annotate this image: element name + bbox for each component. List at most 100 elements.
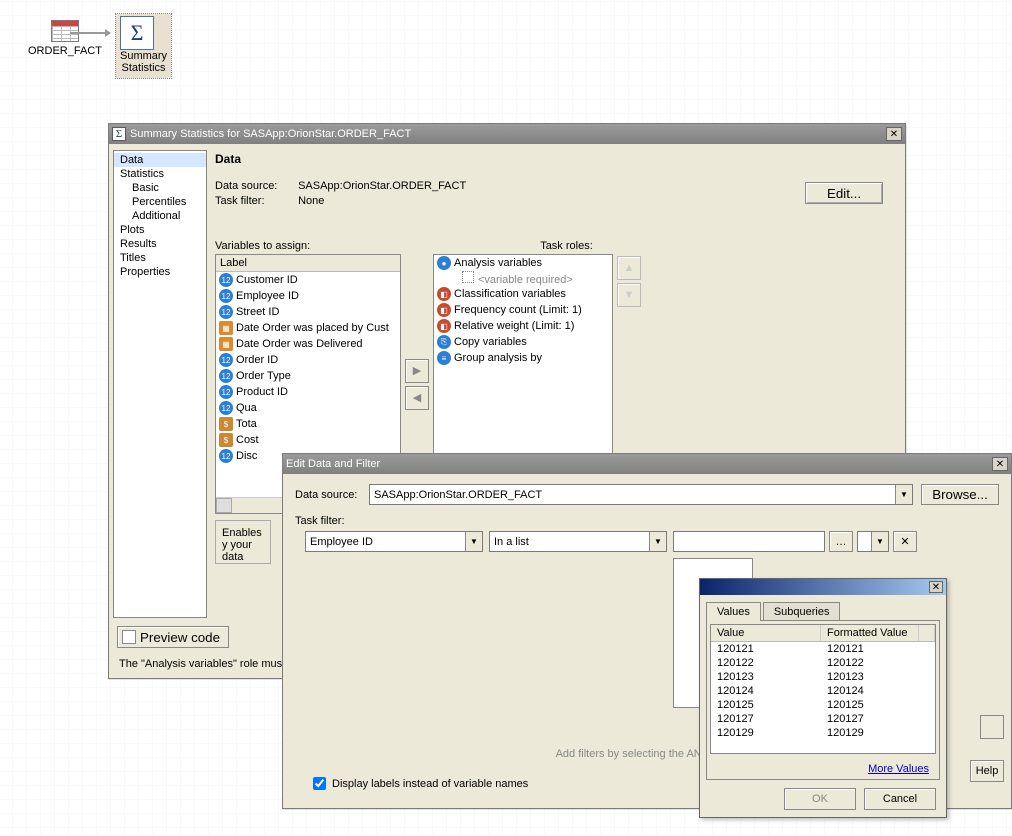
nav-item-results[interactable]: Results bbox=[114, 237, 206, 251]
list-item: 12Employee ID bbox=[216, 288, 400, 304]
doc-icon bbox=[122, 630, 136, 644]
numeric-icon: 12 bbox=[219, 289, 233, 303]
cancel-button[interactable]: Cancel bbox=[864, 788, 936, 810]
flow-arrow-icon bbox=[70, 32, 110, 34]
role-icon: ≡ bbox=[437, 351, 451, 365]
role-classification[interactable]: ◧Classification variables bbox=[434, 286, 612, 302]
nav-item-plots[interactable]: Plots bbox=[114, 223, 206, 237]
window-title: Edit Data and Filter bbox=[286, 458, 380, 470]
browse-button[interactable]: Browse... bbox=[921, 484, 999, 505]
table-row[interactable]: 120127120127 bbox=[711, 712, 935, 726]
numeric-icon: 12 bbox=[219, 369, 233, 383]
scrollbar-head bbox=[919, 625, 935, 641]
role-weight[interactable]: ◧Relative weight (Limit: 1) bbox=[434, 318, 612, 334]
numeric-icon: 12 bbox=[219, 273, 233, 287]
variables-label: Variables to assign: bbox=[215, 240, 310, 252]
filter-operator-combo[interactable]: In a list ▼ bbox=[489, 531, 667, 552]
data-source-value: SASApp:OrionStar.ORDER_FACT bbox=[298, 180, 466, 192]
close-button[interactable]: ✕ bbox=[992, 457, 1008, 471]
page-title: Data bbox=[215, 152, 895, 166]
data-source-label: Data source: bbox=[295, 489, 361, 501]
nav-item-data[interactable]: Data bbox=[114, 153, 206, 167]
flow-node-label-line2: Statistics bbox=[122, 62, 166, 74]
scroll-left-icon[interactable] bbox=[216, 498, 232, 513]
chevron-down-icon[interactable]: ▼ bbox=[465, 532, 482, 551]
nav-item-basic[interactable]: Basic bbox=[114, 181, 206, 195]
sigma-icon: Σ bbox=[112, 127, 126, 141]
col-formatted-header[interactable]: Formatted Value bbox=[821, 625, 919, 641]
titlebar[interactable]: Edit Data and Filter ✕ bbox=[283, 454, 1011, 474]
variables-header[interactable]: Label bbox=[216, 255, 400, 272]
col-value-header[interactable]: Value bbox=[711, 625, 821, 641]
assign-left-button[interactable]: ◀ bbox=[405, 386, 429, 410]
role-group[interactable]: ≡Group analysis by bbox=[434, 350, 612, 366]
table-row[interactable]: 120121120121 bbox=[711, 642, 935, 656]
display-labels-checkbox[interactable] bbox=[313, 777, 326, 790]
status-message: The "Analysis variables" role must bbox=[119, 658, 285, 670]
table-row[interactable]: 120124120124 bbox=[711, 684, 935, 698]
nav-tree: Data Statistics Basic Percentiles Additi… bbox=[113, 150, 207, 618]
close-button[interactable]: ✕ bbox=[929, 581, 943, 593]
tab-subqueries[interactable]: Subqueries bbox=[763, 602, 841, 621]
nav-item-titles[interactable]: Titles bbox=[114, 251, 206, 265]
filter-value-input[interactable] bbox=[673, 531, 825, 552]
role-icon: ● bbox=[437, 256, 451, 270]
remove-filter-button[interactable]: ✕ bbox=[893, 531, 917, 552]
close-button[interactable]: ✕ bbox=[886, 127, 902, 141]
list-item: 12Qua bbox=[216, 400, 400, 416]
role-frequency[interactable]: ◧Frequency count (Limit: 1) bbox=[434, 302, 612, 318]
hint-text: Enables y your data bbox=[215, 520, 271, 564]
titlebar[interactable]: Σ Summary Statistics for SASApp:OrionSta… bbox=[109, 124, 905, 144]
titlebar[interactable]: ✕ bbox=[700, 579, 946, 595]
nav-item-additional[interactable]: Additional bbox=[114, 209, 206, 223]
numeric-icon: 12 bbox=[219, 385, 233, 399]
flow-node-label-line1: Summary bbox=[120, 50, 167, 62]
role-copy[interactable]: ⎘Copy variables bbox=[434, 334, 612, 350]
flow-node-order-fact[interactable]: ORDER_FACT bbox=[28, 20, 102, 57]
more-values-link[interactable]: More Values bbox=[868, 763, 929, 775]
role-required-placeholder: <variable required> bbox=[434, 271, 612, 286]
tab-values[interactable]: Values bbox=[706, 602, 761, 621]
list-item: 12Order Type bbox=[216, 368, 400, 384]
list-item: 12Customer ID bbox=[216, 272, 400, 288]
preview-code-button[interactable]: Preview code bbox=[117, 626, 229, 648]
table-row[interactable]: 120123120123 bbox=[711, 670, 935, 684]
flow-node-label: ORDER_FACT bbox=[28, 45, 102, 57]
chevron-down-icon[interactable]: ▼ bbox=[649, 532, 666, 551]
filter-field-combo[interactable]: Employee ID ▼ bbox=[305, 531, 483, 552]
list-item: $Tota bbox=[216, 416, 400, 432]
value-picker-popup: ✕ Values Subqueries Value Formatted Valu… bbox=[699, 578, 947, 818]
chevron-down-icon[interactable]: ▼ bbox=[895, 485, 912, 504]
nav-item-percentiles[interactable]: Percentiles bbox=[114, 195, 206, 209]
filter-extra-combo[interactable]: ▼ bbox=[857, 531, 889, 552]
role-icon: ◧ bbox=[437, 303, 451, 317]
move-down-button[interactable]: ▼ bbox=[617, 283, 641, 307]
flow-node-summary-stats[interactable]: Σ Summary Statistics bbox=[116, 14, 171, 78]
chevron-down-icon[interactable]: ▼ bbox=[871, 532, 888, 551]
nav-item-properties[interactable]: Properties bbox=[114, 265, 206, 279]
numeric-icon: 12 bbox=[219, 401, 233, 415]
list-item: 12Street ID bbox=[216, 304, 400, 320]
data-source-combo[interactable]: SASApp:OrionStar.ORDER_FACT ▼ bbox=[369, 484, 913, 505]
help-button[interactable]: Help bbox=[970, 760, 1004, 782]
nav-item-statistics[interactable]: Statistics bbox=[114, 167, 206, 181]
values-table[interactable]: Value Formatted Value 120121120121 12012… bbox=[710, 624, 936, 754]
edit-button[interactable]: Edit... bbox=[805, 182, 883, 204]
move-up-button[interactable]: ▲ bbox=[617, 256, 641, 280]
value-picker-button[interactable]: … bbox=[829, 531, 853, 552]
numeric-icon: 12 bbox=[219, 449, 233, 463]
table-row[interactable]: 120129120129 bbox=[711, 726, 935, 740]
table-row[interactable]: 120125120125 bbox=[711, 698, 935, 712]
numeric-icon: 12 bbox=[219, 353, 233, 367]
table-icon bbox=[51, 20, 79, 42]
role-icon: ◧ bbox=[437, 287, 451, 301]
currency-icon: $ bbox=[219, 417, 233, 431]
list-item: 12Product ID bbox=[216, 384, 400, 400]
date-icon: ▦ bbox=[219, 321, 233, 335]
ok-button[interactable]: OK bbox=[784, 788, 856, 810]
role-icon: ⎘ bbox=[437, 335, 451, 349]
role-analysis[interactable]: ●Analysis variables bbox=[434, 255, 612, 271]
assign-right-button[interactable]: ▶ bbox=[405, 359, 429, 383]
table-row[interactable]: 120122120122 bbox=[711, 656, 935, 670]
list-item: $Cost bbox=[216, 432, 400, 448]
